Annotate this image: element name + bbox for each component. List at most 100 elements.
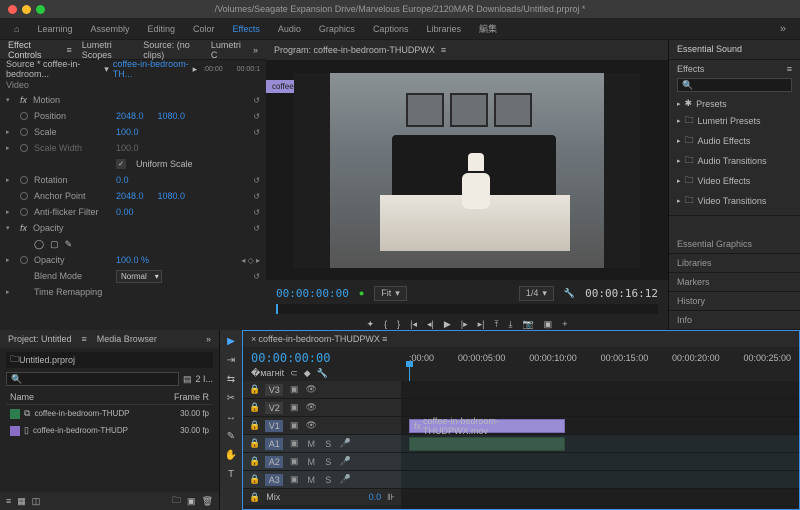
workspace-cjk[interactable]: 編集: [479, 22, 497, 35]
timecode-in[interactable]: 00:00:00:00: [276, 287, 349, 300]
caret-down-icon[interactable]: ▾: [104, 64, 109, 75]
lane-a3[interactable]: [401, 471, 799, 489]
menu-icon[interactable]: ≡: [441, 45, 446, 55]
play-icon[interactable]: ▶: [444, 319, 451, 330]
new-item-icon[interactable]: ▣: [187, 496, 196, 507]
tab-lumetri-color[interactable]: Lumetri C: [211, 40, 243, 60]
solo-toggle[interactable]: S: [322, 439, 334, 449]
panel-libraries[interactable]: Libraries: [669, 254, 800, 273]
lane-mix[interactable]: [401, 489, 799, 507]
track-toggle-output[interactable]: ▣: [288, 420, 300, 431]
track-toggle-eye[interactable]: 👁: [305, 420, 317, 431]
home-icon[interactable]: ⌂: [14, 24, 19, 34]
blend-mode-dropdown[interactable]: Normal: [116, 270, 162, 283]
keyframe-toggle[interactable]: [20, 128, 28, 136]
playhead-toggle-icon[interactable]: ▸: [193, 64, 198, 75]
track-toggle-eye[interactable]: 👁: [305, 402, 317, 413]
folder-lumetri[interactable]: ▸🗀Lumetri Presets: [677, 111, 792, 131]
effects-header[interactable]: Effects: [677, 64, 704, 74]
col-name[interactable]: Name: [10, 392, 165, 402]
folder-audio-trans[interactable]: ▸🗀Audio Transitions: [677, 151, 792, 171]
add-marker-icon[interactable]: ✦: [367, 319, 375, 330]
reset-icon[interactable]: ↺: [253, 128, 260, 137]
solo-toggle[interactable]: S: [322, 475, 334, 485]
reset-icon[interactable]: ↺: [253, 208, 260, 217]
mix-value[interactable]: 0.0: [369, 492, 382, 502]
workspace-graphics[interactable]: Graphics: [319, 24, 355, 34]
panel-history[interactable]: History: [669, 292, 800, 311]
track-toggle-output[interactable]: ▣: [288, 402, 300, 413]
list-view-icon[interactable]: ≡: [6, 496, 11, 506]
tab-project[interactable]: Project: Untitled: [8, 334, 72, 344]
close-icon[interactable]: ×: [251, 334, 256, 344]
tab-lumetri-scopes[interactable]: Lumetri Scopes: [82, 40, 133, 60]
menu-icon[interactable]: ≡: [66, 45, 71, 55]
keyframe-toggle[interactable]: [20, 112, 28, 120]
project-item[interactable]: ▯coffee-in-bedroom-THUDP30.00 fp: [6, 422, 213, 439]
wrench-icon[interactable]: 🔧: [564, 288, 575, 299]
essential-sound-header[interactable]: Essential Sound: [669, 40, 800, 60]
workspace-color[interactable]: Color: [193, 24, 215, 34]
razor-tool-icon[interactable]: ✂: [227, 393, 235, 404]
track-toggle-output[interactable]: ▣: [288, 384, 300, 395]
motion-header[interactable]: Motion: [33, 95, 109, 105]
go-out-icon[interactable]: ▸|: [478, 319, 485, 330]
menu-icon[interactable]: ≡: [787, 64, 792, 74]
settings-icon[interactable]: 🔧: [317, 368, 328, 379]
track-select-tool-icon[interactable]: ⇥: [227, 355, 235, 366]
tab-source[interactable]: Source: (no clips): [143, 40, 201, 60]
time-remapping[interactable]: Time Remapping: [34, 287, 110, 297]
mark-out-icon[interactable]: }: [397, 319, 400, 329]
freeform-view-icon[interactable]: ◫: [32, 496, 41, 507]
timecode-out[interactable]: 00:00:16:12: [585, 287, 658, 300]
project-item[interactable]: ⧉coffee-in-bedroom-THUDP30.00 fp: [6, 405, 213, 422]
workspace-audio[interactable]: Audio: [278, 24, 301, 34]
mute-toggle[interactable]: M: [305, 457, 317, 467]
workspace-learning[interactable]: Learning: [37, 24, 72, 34]
lane-v2[interactable]: [401, 399, 799, 417]
clip-crumb[interactable]: coffee-in-bedroom-TH...: [113, 59, 193, 79]
anchor-y[interactable]: 1080.0: [158, 191, 186, 201]
lock-icon[interactable]: 🔒: [249, 438, 260, 449]
tab-media-browser[interactable]: Media Browser: [97, 334, 157, 344]
workspace-libraries[interactable]: Libraries: [426, 24, 461, 34]
lift-icon[interactable]: ⤒: [494, 319, 498, 330]
reset-icon[interactable]: ↺: [253, 96, 260, 105]
lane-a1[interactable]: [401, 435, 799, 453]
track-a3[interactable]: A3: [265, 474, 283, 486]
fit-dropdown[interactable]: Fit▾: [374, 286, 407, 301]
zoom-dropdown[interactable]: 1/4▾: [519, 286, 554, 301]
step-back-icon[interactable]: ◂|: [427, 319, 434, 330]
lock-icon[interactable]: 🔒: [249, 402, 260, 413]
workspace-editing[interactable]: Editing: [147, 24, 175, 34]
position-y[interactable]: 1080.0: [158, 111, 186, 121]
caret-down-icon[interactable]: ▾: [6, 224, 14, 232]
folder-video-fx[interactable]: ▸🗀Video Effects: [677, 171, 792, 191]
maximize-window[interactable]: [36, 5, 45, 14]
pen-tool-icon[interactable]: ✎: [227, 431, 235, 442]
hand-tool-icon[interactable]: ✋: [225, 450, 237, 461]
filter-icon[interactable]: ▤: [183, 374, 192, 385]
new-bin-icon[interactable]: 🗀: [172, 493, 181, 509]
opacity-header[interactable]: Opacity: [33, 223, 109, 233]
sequence-name[interactable]: coffee-in-bedroom-THUDPWX: [259, 334, 380, 344]
audio-clip[interactable]: [409, 437, 565, 451]
reset-icon[interactable]: ↺: [253, 224, 260, 233]
mute-toggle[interactable]: M: [305, 475, 317, 485]
reset-icon[interactable]: ↺: [253, 272, 260, 281]
keyframe-toggle[interactable]: [20, 176, 28, 184]
compare-icon[interactable]: ▣: [544, 319, 553, 330]
caret-down-icon[interactable]: ▾: [6, 96, 14, 104]
extract-icon[interactable]: ⤓: [508, 319, 512, 330]
reset-icon[interactable]: ↺: [253, 192, 260, 201]
anchor-x[interactable]: 2048.0: [116, 191, 144, 201]
minimize-window[interactable]: [22, 5, 31, 14]
mark-in-icon[interactable]: {: [384, 319, 387, 329]
flicker-value[interactable]: 0.00: [116, 207, 134, 217]
ripple-edit-tool-icon[interactable]: ⇆: [227, 374, 235, 385]
col-framerate[interactable]: Frame R: [165, 392, 209, 402]
workspace-captions[interactable]: Captions: [373, 24, 409, 34]
workspace-effects[interactable]: Effects: [233, 24, 260, 34]
mute-toggle[interactable]: M: [305, 439, 317, 449]
keyframe-toggle[interactable]: [20, 256, 28, 264]
